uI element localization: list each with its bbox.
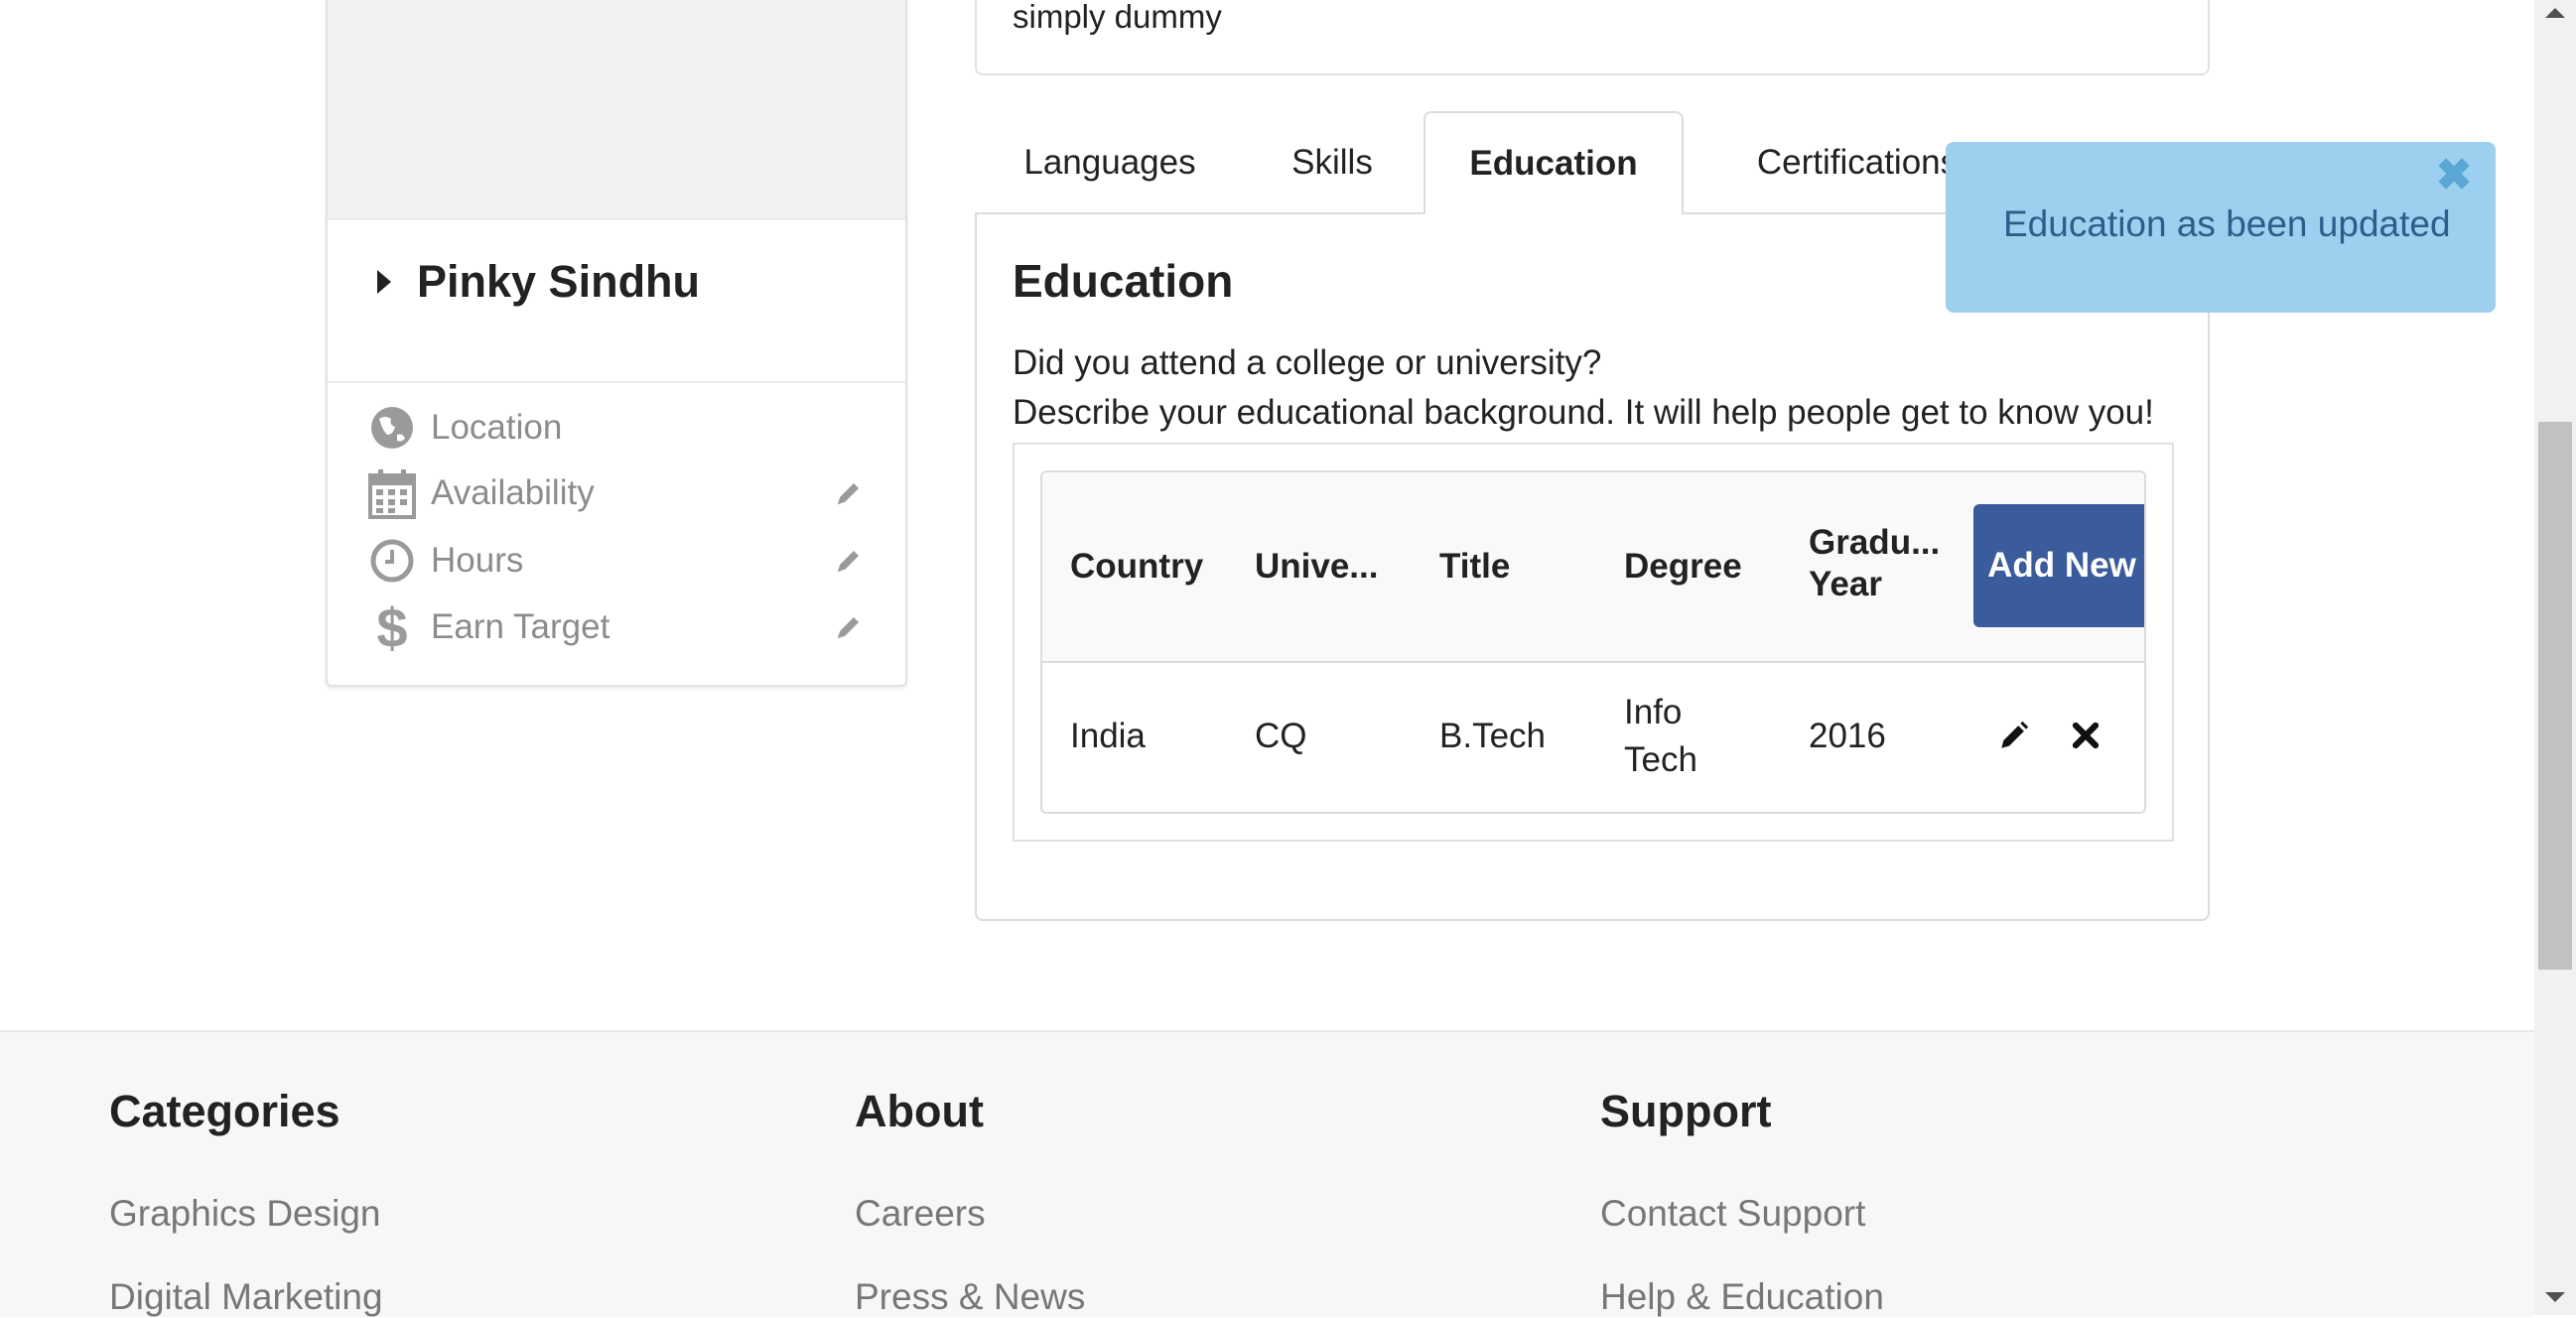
calendar-icon	[367, 468, 417, 519]
cell-degree: Info Tech	[1624, 693, 1697, 779]
info-hours: Hours	[367, 536, 864, 586]
education-title: Education	[1013, 255, 1234, 307]
info-label: Availability	[431, 473, 595, 512]
info-earn-target: $ Earn Target	[367, 595, 864, 659]
column-header-graduation-year: Gradu... Year	[1809, 523, 1941, 603]
clock-icon	[367, 536, 417, 586]
column-header-title: Title	[1439, 547, 1511, 586]
cell-country: India	[1070, 717, 1146, 755]
column-header-university: Unive...	[1255, 547, 1379, 586]
tab-education[interactable]: Education	[1424, 111, 1684, 214]
column-header-degree: Degree	[1624, 547, 1742, 586]
education-table: Country Unive... Title Degree Gradu... Y…	[1040, 470, 2146, 814]
footer-link[interactable]: Contact Support	[1600, 1193, 1865, 1235]
profile-photo	[328, 0, 905, 218]
edit-icon[interactable]	[1997, 719, 2031, 752]
tab-languages[interactable]: Languages	[993, 111, 1227, 214]
table-row: India CQ B.Tech Info Tech 2016	[1042, 663, 2144, 812]
footer-heading-categories: Categories	[109, 1086, 340, 1136]
cell-year: 2016	[1809, 717, 1886, 755]
scrollbar[interactable]	[2534, 0, 2576, 1315]
footer-link[interactable]: Graphics Design	[109, 1193, 381, 1235]
info-availability: Availability	[367, 468, 864, 519]
footer-heading-support: Support	[1600, 1086, 1772, 1136]
toast-notification: ✖ Education as been updated	[1946, 142, 2496, 313]
description-card: simply dummy	[975, 0, 2210, 75]
info-label: Location	[431, 408, 563, 447]
description-text: simply dummy	[1013, 0, 1222, 35]
profile-name: Pinky Sindhu	[417, 256, 701, 307]
globe-icon	[367, 403, 417, 453]
divider	[328, 218, 905, 220]
profile-card: Pinky Sindhu Location Availability Hours…	[326, 0, 907, 687]
scroll-down-arrow-icon[interactable]	[2545, 1292, 2565, 1302]
education-panel: Education Did you attend a college or un…	[975, 212, 2210, 921]
add-new-button[interactable]: Add New	[1973, 504, 2144, 627]
toast-message: Education as been updated	[2003, 203, 2451, 244]
footer-link[interactable]: Press & News	[855, 1276, 1085, 1318]
info-label: Hours	[431, 541, 524, 580]
toast-close-icon[interactable]: ✖	[2434, 154, 2474, 198]
edit-pencil-icon[interactable]	[834, 478, 864, 508]
column-header-country: Country	[1070, 547, 1204, 586]
education-table-frame: Country Unive... Title Degree Gradu... Y…	[1013, 443, 2174, 842]
dollar-icon: $	[376, 595, 408, 659]
scroll-thumb[interactable]	[2538, 422, 2572, 970]
education-question: Did you attend a college or university?	[1013, 343, 1602, 382]
footer-link[interactable]: Help & Education	[1600, 1276, 1884, 1318]
info-label: Earn Target	[431, 607, 610, 646]
profile-name-row[interactable]: Pinky Sindhu	[377, 256, 700, 308]
table-header: Country Unive... Title Degree Gradu... Y…	[1042, 472, 2144, 663]
divider	[328, 381, 905, 383]
edit-pencil-icon[interactable]	[834, 612, 864, 642]
footer: Categories Graphics Design Digital Marke…	[0, 1030, 2534, 1317]
footer-link[interactable]: Careers	[855, 1193, 986, 1235]
caret-right-icon[interactable]	[377, 270, 391, 294]
education-description: Describe your educational background. It…	[1013, 393, 2154, 432]
cell-title: B.Tech	[1439, 717, 1546, 755]
footer-heading-about: About	[855, 1086, 984, 1136]
tab-skills[interactable]: Skills	[1253, 111, 1412, 214]
delete-icon[interactable]	[2071, 721, 2101, 750]
cell-university: CQ	[1255, 717, 1307, 755]
edit-pencil-icon[interactable]	[834, 546, 864, 576]
info-location: Location	[367, 403, 864, 453]
footer-link[interactable]: Digital Marketing	[109, 1276, 383, 1318]
scroll-up-arrow-icon[interactable]	[2545, 8, 2565, 18]
